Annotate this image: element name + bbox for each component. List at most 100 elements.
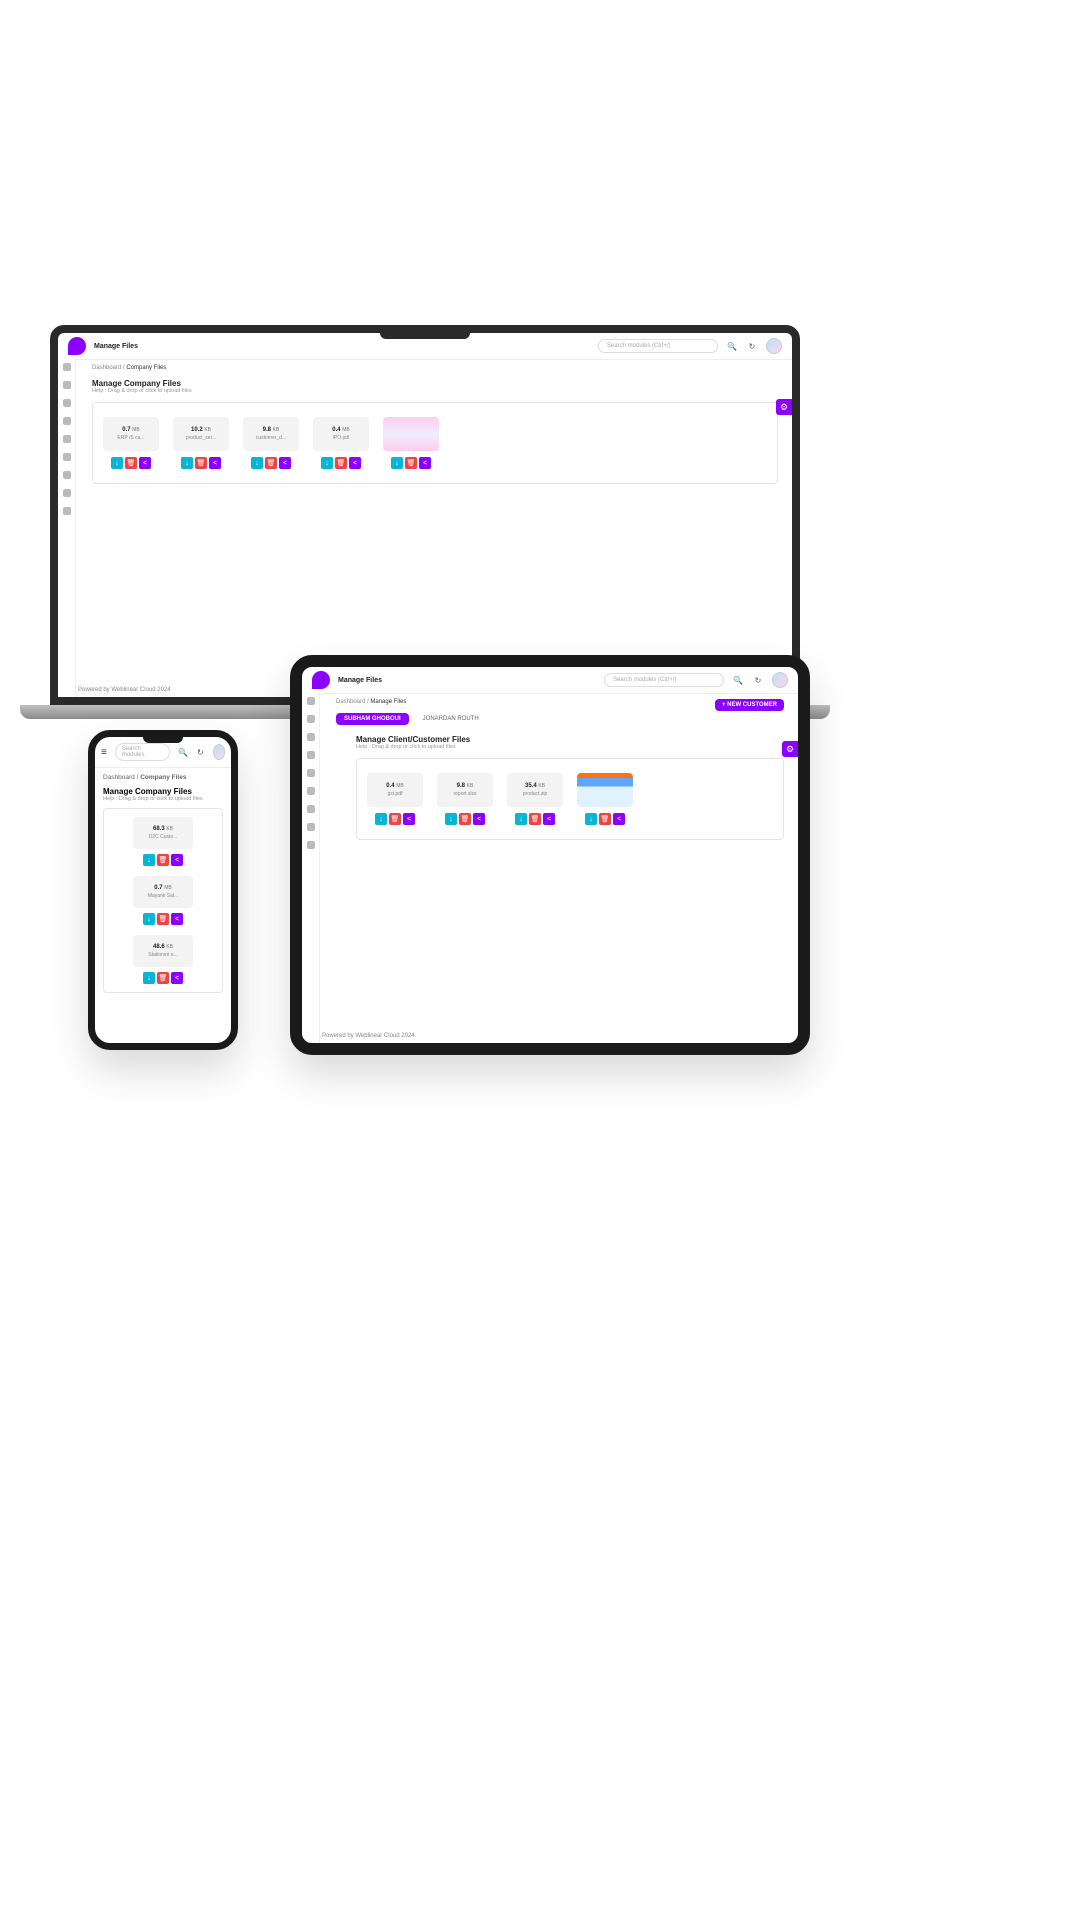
sidebar-item[interactable] <box>307 751 315 759</box>
file-card[interactable]: 68.3 KB D2C Custo... ↓ 🗑 < <box>133 817 193 866</box>
breadcrumb-end[interactable]: Manage Files <box>370 699 406 705</box>
download-icon[interactable]: ↓ <box>143 854 155 866</box>
search-input[interactable]: Search modules <box>115 743 170 761</box>
file-card[interactable]: 35.4 KB product.zip ↓ 🗑 < <box>507 773 563 825</box>
search-icon[interactable]: 🔍 <box>732 674 744 686</box>
share-icon[interactable]: < <box>171 972 183 984</box>
avatar[interactable] <box>772 672 788 688</box>
breadcrumb-root[interactable]: Dashboard <box>92 365 121 371</box>
download-icon[interactable]: ↓ <box>143 913 155 925</box>
sidebar-item[interactable] <box>63 453 71 461</box>
refresh-icon[interactable]: ↻ <box>752 674 764 686</box>
file-card[interactable]: 0.7 MB ERP /S ca... ↓ 🗑 < <box>103 417 159 469</box>
search-icon[interactable]: 🔍 <box>178 746 188 758</box>
file-size: 0.7 MB <box>154 885 172 891</box>
sidebar-item[interactable] <box>63 381 71 389</box>
sidebar-item[interactable] <box>307 787 315 795</box>
sidebar-item[interactable] <box>307 823 315 831</box>
delete-icon[interactable]: 🗑 <box>335 457 347 469</box>
settings-gear-icon[interactable]: ⚙ <box>782 741 798 757</box>
sidebar-item[interactable] <box>307 697 315 705</box>
menu-icon[interactable]: ≡ <box>101 747 107 758</box>
sidebar-item[interactable] <box>63 471 71 479</box>
sidebar-item[interactable] <box>63 435 71 443</box>
sidebar-item[interactable] <box>307 805 315 813</box>
share-icon[interactable]: < <box>209 457 221 469</box>
download-icon[interactable]: ↓ <box>375 813 387 825</box>
download-icon[interactable]: ↓ <box>391 457 403 469</box>
share-icon[interactable]: < <box>279 457 291 469</box>
file-card[interactable]: 10.2 KB product_ser... ↓ 🗑 < <box>173 417 229 469</box>
delete-icon[interactable]: 🗑 <box>529 813 541 825</box>
share-icon[interactable]: < <box>171 913 183 925</box>
refresh-icon[interactable]: ↻ <box>196 746 205 758</box>
file-card[interactable]: 48.6 KB Stationeri e... ↓ 🗑 < <box>133 935 193 984</box>
delete-icon[interactable]: 🗑 <box>599 813 611 825</box>
sidebar-item[interactable] <box>307 715 315 723</box>
share-icon[interactable]: < <box>349 457 361 469</box>
file-card[interactable]: 0.4 MB gst.pdf ↓ 🗑 < <box>367 773 423 825</box>
delete-icon[interactable]: 🗑 <box>265 457 277 469</box>
file-card[interactable]: ↓ 🗑 < <box>383 417 439 469</box>
file-card[interactable]: ↓ 🗑 < <box>577 773 633 825</box>
sidebar-item[interactable] <box>307 841 315 849</box>
file-actions: ↓ 🗑 < <box>585 813 625 825</box>
delete-icon[interactable]: 🗑 <box>157 913 169 925</box>
sidebar-item[interactable] <box>307 769 315 777</box>
sidebar-item[interactable] <box>63 399 71 407</box>
download-icon[interactable]: ↓ <box>445 813 457 825</box>
file-actions: ↓ 🗑 < <box>445 813 485 825</box>
delete-icon[interactable]: 🗑 <box>405 457 417 469</box>
sidebar-item[interactable] <box>63 489 71 497</box>
delete-icon[interactable]: 🗑 <box>125 457 137 469</box>
sidebar-item[interactable] <box>63 417 71 425</box>
search-input[interactable]: Search modules (Ctrl+/) <box>598 339 718 353</box>
tab-customer-1[interactable]: SUBHAM GHOBOUI <box>336 713 409 725</box>
avatar[interactable] <box>213 744 225 760</box>
delete-icon[interactable]: 🗑 <box>157 972 169 984</box>
files-panel[interactable]: 0.7 MB ERP /S ca... ↓ 🗑 < 10.2 KB produc… <box>92 402 778 484</box>
delete-icon[interactable]: 🗑 <box>157 854 169 866</box>
breadcrumb[interactable]: Dashboard / Company Files <box>92 365 778 371</box>
download-icon[interactable]: ↓ <box>143 972 155 984</box>
laptop-notch <box>380 333 470 339</box>
download-icon[interactable]: ↓ <box>181 457 193 469</box>
delete-icon[interactable]: 🗑 <box>195 457 207 469</box>
breadcrumb[interactable]: Dashboard / Company Files <box>103 774 223 781</box>
breadcrumb-root[interactable]: Dashboard <box>336 699 365 705</box>
sidebar-item[interactable] <box>63 363 71 371</box>
file-card[interactable]: 9.8 KB report.xlsx ↓ 🗑 < <box>437 773 493 825</box>
breadcrumb[interactable]: Dashboard / Manage Files + NEW CUSTOMER <box>336 699 784 705</box>
share-icon[interactable]: < <box>171 854 183 866</box>
sidebar <box>302 691 320 1043</box>
file-card[interactable]: 9.8 KB customer_d... ↓ 🗑 < <box>243 417 299 469</box>
breadcrumb-end[interactable]: Company Files <box>126 365 166 371</box>
share-icon[interactable]: < <box>613 813 625 825</box>
download-icon[interactable]: ↓ <box>585 813 597 825</box>
settings-gear-icon[interactable]: ⚙ <box>776 399 792 415</box>
share-icon[interactable]: < <box>139 457 151 469</box>
avatar[interactable] <box>766 338 782 354</box>
file-card[interactable]: 0.4 MB IPO.pdf ↓ 🗑 < <box>313 417 369 469</box>
refresh-icon[interactable]: ↻ <box>746 340 758 352</box>
download-icon[interactable]: ↓ <box>515 813 527 825</box>
share-icon[interactable]: < <box>473 813 485 825</box>
download-icon[interactable]: ↓ <box>321 457 333 469</box>
files-panel[interactable]: 0.4 MB gst.pdf ↓ 🗑 < 9.8 KB report.xlsx … <box>356 758 784 840</box>
new-customer-button[interactable]: + NEW CUSTOMER <box>715 699 784 711</box>
search-input[interactable]: Search modules (Ctrl+/) <box>604 673 724 687</box>
download-icon[interactable]: ↓ <box>251 457 263 469</box>
search-icon[interactable]: 🔍 <box>726 340 738 352</box>
delete-icon[interactable]: 🗑 <box>459 813 471 825</box>
tab-customer-2[interactable]: JONARDAN ROUTH <box>415 713 487 725</box>
sidebar-item[interactable] <box>63 507 71 515</box>
file-size: 9.8 KB <box>263 427 280 433</box>
share-icon[interactable]: < <box>419 457 431 469</box>
delete-icon[interactable]: 🗑 <box>389 813 401 825</box>
sidebar-item[interactable] <box>307 733 315 741</box>
file-card[interactable]: 0.7 MB Mayank Sal... ↓ 🗑 < <box>133 876 193 925</box>
share-icon[interactable]: < <box>543 813 555 825</box>
download-icon[interactable]: ↓ <box>111 457 123 469</box>
files-panel[interactable]: 68.3 KB D2C Custo... ↓ 🗑 < 0.7 MB Mayank… <box>103 808 223 993</box>
share-icon[interactable]: < <box>403 813 415 825</box>
